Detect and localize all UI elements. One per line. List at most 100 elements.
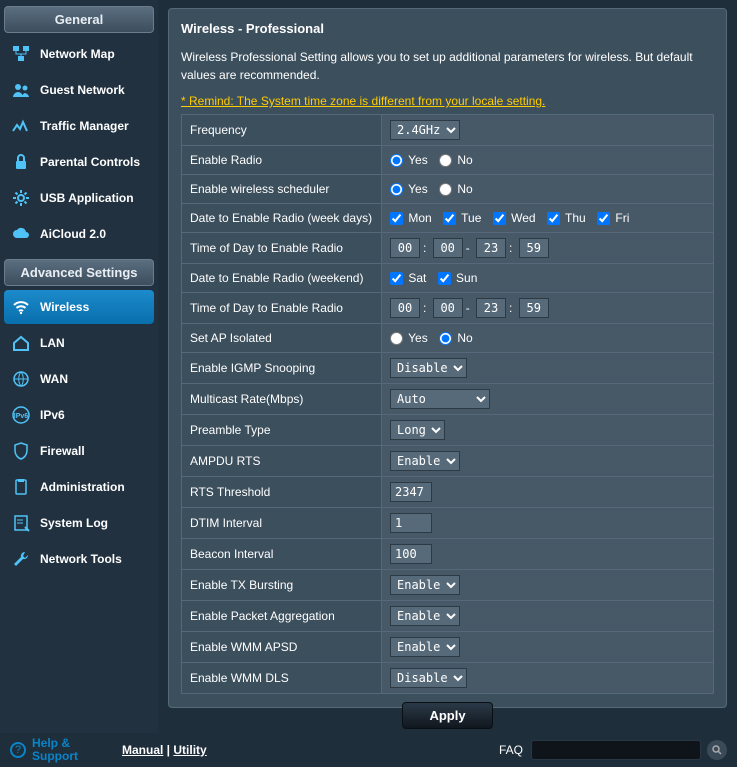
weekend-h2[interactable] bbox=[476, 298, 506, 318]
no-text: No bbox=[457, 182, 472, 196]
weekdays-label: Date to Enable Radio (week days) bbox=[182, 204, 382, 233]
multicast-label: Multicast Rate(Mbps) bbox=[182, 384, 382, 415]
log-icon bbox=[10, 512, 32, 534]
week-m2[interactable] bbox=[519, 238, 549, 258]
thu-text: Thu bbox=[565, 211, 586, 225]
apply-button[interactable]: Apply bbox=[402, 702, 492, 729]
nav-guest-network[interactable]: Guest Network bbox=[4, 73, 154, 107]
wmmapsd-select[interactable]: Enable bbox=[390, 637, 460, 657]
nav-ipv6[interactable]: IPv6 IPv6 bbox=[4, 398, 154, 432]
nav-label: Parental Controls bbox=[40, 155, 140, 169]
weektime-label: Time of Day to Enable Radio bbox=[182, 233, 382, 264]
weekend-m2[interactable] bbox=[519, 298, 549, 318]
faq-search-input[interactable] bbox=[531, 740, 701, 760]
frequency-select[interactable]: 2.4GHz bbox=[390, 120, 460, 140]
ap-isolated-label: Set AP Isolated bbox=[182, 324, 382, 353]
igmp-label: Enable IGMP Snooping bbox=[182, 353, 382, 384]
scheduler-yes[interactable] bbox=[390, 183, 403, 196]
sidebar: General Network Map Guest Network Traffi… bbox=[0, 0, 158, 733]
scheduler-no[interactable] bbox=[439, 183, 452, 196]
beacon-label: Beacon Interval bbox=[182, 539, 382, 570]
nav-label: AiCloud 2.0 bbox=[40, 227, 106, 241]
ap-yes[interactable] bbox=[390, 332, 403, 345]
nav-label: Firewall bbox=[40, 444, 85, 458]
rts-input[interactable] bbox=[390, 482, 432, 502]
timezone-warning-link[interactable]: * Remind: The System time zone is differ… bbox=[181, 94, 714, 108]
weekendtime-label: Time of Day to Enable Radio bbox=[182, 293, 382, 324]
nav-usb-application[interactable]: USB Application bbox=[4, 181, 154, 215]
ampdu-select[interactable]: Enable bbox=[390, 451, 460, 471]
wed-checkbox[interactable] bbox=[493, 212, 506, 225]
nav-label: Traffic Manager bbox=[40, 119, 129, 133]
network-map-icon bbox=[10, 43, 32, 65]
txburst-select[interactable]: Enable bbox=[390, 575, 460, 595]
nav-firewall[interactable]: Firewall bbox=[4, 434, 154, 468]
lock-icon bbox=[10, 151, 32, 173]
footer: ? Help & Support Manual | Utility FAQ bbox=[0, 733, 737, 767]
pktagg-select[interactable]: Enable bbox=[390, 606, 460, 626]
page-description: Wireless Professional Setting allows you… bbox=[181, 48, 714, 84]
footer-links: Manual | Utility bbox=[122, 743, 207, 757]
utility-link[interactable]: Utility bbox=[173, 743, 206, 757]
pktagg-label: Enable Packet Aggregation bbox=[182, 601, 382, 632]
beacon-input[interactable] bbox=[390, 544, 432, 564]
globe-icon bbox=[10, 368, 32, 390]
traffic-icon bbox=[10, 115, 32, 137]
wmmapsd-label: Enable WMM APSD bbox=[182, 632, 382, 663]
yes-text: Yes bbox=[408, 331, 428, 345]
mon-text: Mon bbox=[408, 211, 431, 225]
nav-network-map[interactable]: Network Map bbox=[4, 37, 154, 71]
nav-label: IPv6 bbox=[40, 408, 65, 422]
search-go-button[interactable] bbox=[707, 740, 727, 760]
preamble-select[interactable]: Long bbox=[390, 420, 445, 440]
sun-text: Sun bbox=[456, 271, 477, 285]
txburst-label: Enable TX Bursting bbox=[182, 570, 382, 601]
nav-label: System Log bbox=[40, 516, 108, 530]
advanced-header: Advanced Settings bbox=[4, 259, 154, 286]
settings-table: Frequency 2.4GHz Enable Radio Yes No Ena… bbox=[181, 114, 714, 694]
nav-parental-controls[interactable]: Parental Controls bbox=[4, 145, 154, 179]
faq-label: FAQ bbox=[499, 743, 523, 757]
no-text: No bbox=[457, 153, 472, 167]
help-support-link[interactable]: Help & Support bbox=[32, 737, 102, 763]
nav-label: Network Tools bbox=[40, 552, 122, 566]
sun-checkbox[interactable] bbox=[438, 272, 451, 285]
nav-traffic-manager[interactable]: Traffic Manager bbox=[4, 109, 154, 143]
nav-wireless[interactable]: Wireless bbox=[4, 290, 154, 324]
weekend-h1[interactable] bbox=[390, 298, 420, 318]
sat-checkbox[interactable] bbox=[390, 272, 403, 285]
enable-radio-yes[interactable] bbox=[390, 154, 403, 167]
thu-checkbox[interactable] bbox=[547, 212, 560, 225]
nav-wan[interactable]: WAN bbox=[4, 362, 154, 396]
scheduler-label: Enable wireless scheduler bbox=[182, 175, 382, 204]
nav-label: USB Application bbox=[40, 191, 134, 205]
main-content: Wireless - Professional Wireless Profess… bbox=[158, 0, 737, 733]
nav-aicloud[interactable]: AiCloud 2.0 bbox=[4, 217, 154, 251]
week-h1[interactable] bbox=[390, 238, 420, 258]
page-title: Wireless - Professional bbox=[181, 21, 714, 36]
help-icon[interactable]: ? bbox=[10, 742, 26, 758]
nav-system-log[interactable]: System Log bbox=[4, 506, 154, 540]
igmp-select[interactable]: Disable bbox=[390, 358, 467, 378]
gear-icon bbox=[10, 187, 32, 209]
tue-checkbox[interactable] bbox=[443, 212, 456, 225]
no-text: No bbox=[457, 331, 472, 345]
nav-lan[interactable]: LAN bbox=[4, 326, 154, 360]
week-m1[interactable] bbox=[433, 238, 463, 258]
ap-no[interactable] bbox=[439, 332, 452, 345]
dtim-label: DTIM Interval bbox=[182, 508, 382, 539]
manual-link[interactable]: Manual bbox=[122, 743, 163, 757]
mon-checkbox[interactable] bbox=[390, 212, 403, 225]
tue-text: Tue bbox=[461, 211, 481, 225]
multicast-select[interactable]: Auto bbox=[390, 389, 490, 409]
nav-label: WAN bbox=[40, 372, 68, 386]
dtim-input[interactable] bbox=[390, 513, 432, 533]
week-h2[interactable] bbox=[476, 238, 506, 258]
fri-checkbox[interactable] bbox=[597, 212, 610, 225]
weekend-m1[interactable] bbox=[433, 298, 463, 318]
nav-administration[interactable]: Administration bbox=[4, 470, 154, 504]
enable-radio-no[interactable] bbox=[439, 154, 452, 167]
clipboard-icon bbox=[10, 476, 32, 498]
wmmdls-select[interactable]: Disable bbox=[390, 668, 467, 688]
nav-network-tools[interactable]: Network Tools bbox=[4, 542, 154, 576]
